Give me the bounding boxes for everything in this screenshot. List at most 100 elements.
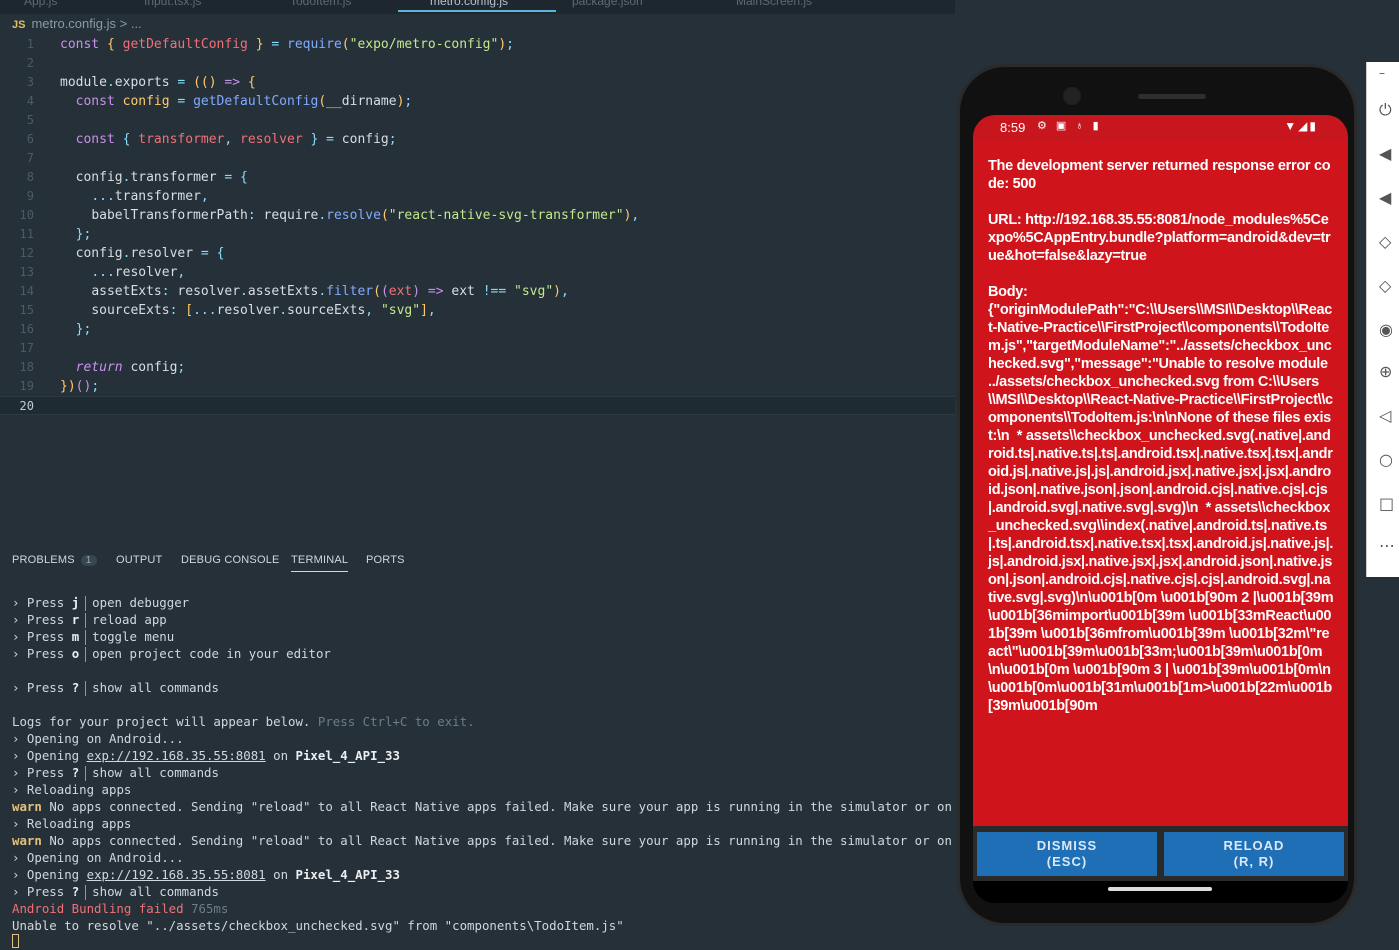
android-nav-bar bbox=[973, 881, 1348, 903]
tab-metro-config[interactable]: metro.config.js bbox=[398, 0, 556, 12]
tab-input[interactable]: Input.tsx.js bbox=[144, 0, 201, 12]
line-number: 14 bbox=[19, 284, 34, 298]
bundling-failed-text: Android Bundling failed bbox=[12, 901, 184, 916]
line-number: 3 bbox=[26, 75, 34, 89]
bundling-time: 765ms bbox=[191, 901, 229, 916]
tab-debug-console[interactable]: DEBUG CONSOLE bbox=[181, 554, 280, 566]
terminal-text: Opening on Android... bbox=[26, 850, 184, 865]
breadcrumb: JS metro.config.js > ... bbox=[12, 16, 142, 31]
more-icon[interactable]: ⋯ bbox=[1379, 536, 1395, 555]
terminal-line: › Press r reload app bbox=[12, 612, 167, 628]
status-time: 8:59 bbox=[1000, 120, 1026, 135]
line-number: 7 bbox=[26, 151, 34, 165]
zoom-icon[interactable]: ⊕ bbox=[1379, 362, 1392, 381]
exp-url-link[interactable]: exp://192.168.35.55:8081 bbox=[87, 867, 266, 882]
line-number: 4 bbox=[26, 94, 34, 108]
error-message: The development server returned response… bbox=[988, 158, 1334, 714]
code-line: 15 sourceExts: [...resolver.sourceExts, … bbox=[0, 301, 955, 320]
code-line: 7 bbox=[0, 149, 955, 168]
screenshot-icon[interactable]: ◉ bbox=[1379, 320, 1393, 339]
line-number: 5 bbox=[26, 113, 34, 127]
tab-app-js[interactable]: App.js bbox=[24, 0, 57, 12]
reload-button[interactable]: RELOAD (R, R) bbox=[1164, 832, 1344, 876]
home-icon[interactable]: ○ bbox=[1379, 450, 1393, 469]
code-editor[interactable]: 1 const { getDefaultConfig } = require("e… bbox=[0, 35, 955, 430]
terminal-line: › Opening on Android... bbox=[12, 850, 184, 865]
line-number: 18 bbox=[19, 360, 34, 374]
terminal-text: Reloading apps bbox=[26, 782, 132, 797]
redbox-error[interactable]: The development server returned response… bbox=[973, 141, 1348, 826]
terminal-text: show all commands bbox=[92, 680, 219, 695]
line-number: 11 bbox=[19, 227, 34, 241]
terminal-line: › Press ? show all commands bbox=[12, 884, 219, 900]
button-shortcut: (ESC) bbox=[1046, 854, 1088, 869]
terminal-line: › Reloading apps bbox=[12, 816, 132, 831]
code-line: 18 return config; bbox=[0, 358, 955, 377]
exp-url-link[interactable]: exp://192.168.35.55:8081 bbox=[87, 748, 266, 763]
volume-down-icon[interactable]: ◀ bbox=[1379, 188, 1391, 207]
tab-todoitem[interactable]: TodoItem.js bbox=[290, 0, 351, 12]
rotate-left-icon[interactable]: ◇ bbox=[1379, 232, 1391, 251]
overview-icon[interactable]: □ bbox=[1379, 494, 1394, 513]
line-number: 9 bbox=[26, 189, 34, 203]
line-number: 2 bbox=[26, 56, 34, 70]
terminal-text: Logs for your project will appear below. bbox=[12, 714, 311, 729]
button-shortcut: (R, R) bbox=[1233, 854, 1275, 869]
signal-battery-icon: ▼◢▮ bbox=[1284, 119, 1318, 133]
line-number: 17 bbox=[19, 341, 34, 355]
terminal-line: › Press ? show all commands bbox=[12, 680, 219, 696]
code-line: 10 babelTransformerPath: require.resolve… bbox=[0, 206, 955, 225]
volume-up-icon[interactable]: ◀ bbox=[1379, 144, 1391, 163]
tab-label: PROBLEMS bbox=[12, 554, 75, 566]
tab-label: package.json bbox=[572, 0, 643, 8]
terminal-text: Reloading apps bbox=[26, 816, 132, 831]
terminal-text: open debugger bbox=[92, 595, 190, 610]
emulator-toolbar: – ⏻ ◀ ◀ ◇ ◇ ◉ ⊕ ◁ ○ □ ⋯ bbox=[1366, 62, 1399, 577]
line-number: 19 bbox=[19, 379, 34, 393]
code-line: 8 config.transformer = { bbox=[0, 168, 955, 187]
redbox-buttons: DISMISS (ESC) RELOAD (R, R) bbox=[973, 826, 1348, 881]
tab-package-json[interactable]: package.json bbox=[572, 0, 643, 12]
tab-label: Input.tsx.js bbox=[144, 0, 202, 8]
minimize-icon[interactable]: – bbox=[1379, 66, 1385, 80]
js-file-icon: JS bbox=[12, 19, 26, 31]
tab-terminal[interactable]: TERMINAL bbox=[291, 554, 349, 572]
breadcrumb-file[interactable]: metro.config.js bbox=[31, 16, 116, 31]
rotate-right-icon[interactable]: ◇ bbox=[1379, 276, 1391, 295]
line-number: 1 bbox=[26, 37, 34, 51]
code-line: 2 bbox=[0, 54, 955, 73]
code-line-current[interactable]: 20 bbox=[0, 396, 955, 415]
tab-label: TodoItem.js bbox=[290, 0, 352, 8]
editor-tabs: App.js Input.tsx.js TodoItem.js metro.co… bbox=[0, 0, 955, 14]
line-number: 12 bbox=[19, 246, 34, 260]
phone-screen[interactable]: 8:59 ⚙ ▣ ♁ ▮ ▼◢▮ The development server … bbox=[973, 115, 1348, 903]
terminal-line: warn No apps connected. Sending "reload"… bbox=[12, 798, 1012, 815]
line-number: 20 bbox=[19, 399, 34, 413]
breadcrumb-rest[interactable]: > ... bbox=[120, 16, 142, 31]
code-line: 19})(); bbox=[0, 377, 955, 396]
code-line: 6 const { transformer, resolver } = conf… bbox=[0, 130, 955, 149]
tab-label: App.js bbox=[24, 0, 58, 8]
terminal-line: › Press ? show all commands bbox=[12, 765, 219, 781]
back-icon[interactable]: ◁ bbox=[1379, 406, 1391, 425]
tab-ports[interactable]: PORTS bbox=[366, 554, 405, 566]
terminal-text: Opening on Android... bbox=[26, 731, 184, 746]
tab-problems[interactable]: PROBLEMS 1 bbox=[12, 554, 97, 566]
tab-mainscreen[interactable]: MainScreen.js bbox=[736, 0, 812, 12]
home-handle[interactable] bbox=[1108, 887, 1212, 891]
terminal-text: No apps connected. Sending "reload" to a… bbox=[49, 799, 1012, 814]
power-icon[interactable]: ⏻ bbox=[1379, 100, 1392, 120]
terminal-text: reload app bbox=[92, 612, 167, 627]
line-number: 13 bbox=[19, 265, 34, 279]
tab-output[interactable]: OUTPUT bbox=[116, 554, 162, 566]
dismiss-button[interactable]: DISMISS (ESC) bbox=[977, 832, 1157, 876]
code-line: 16 }; bbox=[0, 320, 955, 339]
panel-tabs: PROBLEMS 1 OUTPUT DEBUG CONSOLE TERMINAL … bbox=[0, 550, 955, 576]
line-number: 8 bbox=[26, 170, 34, 184]
terminal-line: › Opening on Android... bbox=[12, 731, 184, 746]
terminal-text: show all commands bbox=[92, 765, 219, 780]
terminal-text: toggle menu bbox=[92, 629, 175, 644]
line-number: 15 bbox=[19, 303, 34, 317]
speaker-grille bbox=[1138, 94, 1206, 99]
code-line: 11 }; bbox=[0, 225, 955, 244]
